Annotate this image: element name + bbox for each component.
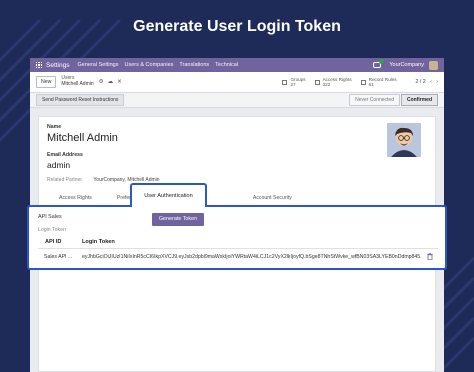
chat-icon[interactable] [373, 59, 385, 68]
hero-title: Generate User Login Token [133, 18, 341, 35]
menu-translations[interactable]: Translations [179, 62, 209, 68]
notification-badge [379, 59, 385, 64]
tab-user-authentication-label: User Authentication [144, 193, 193, 199]
email-field[interactable]: admin [47, 160, 70, 170]
record-rules-stat-button[interactable]: Record Rules 61 [360, 77, 397, 88]
related-partner-label: Related Partner [47, 177, 83, 183]
discard-icon[interactable]: ✕ [117, 79, 122, 85]
pager-value[interactable]: 2 / 2 [416, 79, 426, 85]
name-field[interactable]: Mitchell Admin [47, 132, 118, 144]
email-label: Email Address [47, 152, 83, 158]
save-cloud-icon[interactable]: ☁ [108, 79, 114, 85]
menu-technical[interactable]: Technical [215, 62, 238, 68]
gear-icon[interactable]: ⚙ [99, 79, 104, 85]
access-rights-icon [314, 79, 320, 85]
user-authentication-panel: API Sales Generate Token Login Token API… [27, 205, 447, 270]
send-reset-button[interactable]: Send Password Reset Instructions [36, 94, 125, 106]
new-button[interactable]: New [36, 76, 57, 88]
form-statusbar: Send Password Reset Instructions Never C… [30, 93, 444, 108]
app-brand[interactable]: Settings [46, 62, 70, 69]
next-record-icon[interactable]: › [436, 79, 438, 85]
menu-users-companies[interactable]: Users & Companies [124, 62, 173, 68]
breadcrumb: Users Mitchell Admin [61, 75, 94, 88]
tab-user-authentication[interactable]: User Authentication [130, 183, 207, 207]
token-table-header: API ID Login Token [38, 236, 438, 249]
groups-stat-button[interactable]: Groups 27 [282, 77, 306, 88]
table-row[interactable]: Sales API ... eyJhbGciOiJIUzI1NiIsInR5cC… [38, 251, 438, 263]
groups-icon [282, 79, 288, 85]
api-label: API Sales [38, 214, 62, 220]
access-rights-stat-button[interactable]: Access Rights 322 [314, 77, 352, 88]
breadcrumb-current: Mitchell Admin [61, 81, 94, 87]
menu-general-settings[interactable]: General Settings [78, 62, 119, 68]
top-navbar: Settings General Settings Users & Compan… [30, 58, 444, 72]
generate-token-button[interactable]: Generate Token [152, 213, 204, 226]
prev-record-icon[interactable]: ‹ [430, 79, 432, 85]
stage-never-connected: Never Connected [349, 94, 400, 106]
stage-confirmed: Confirmed [401, 94, 438, 106]
stat-value: 27 [290, 82, 296, 87]
column-api-id[interactable]: API ID [45, 239, 61, 245]
tab-account-security[interactable]: Account Security [241, 191, 305, 201]
row-api-id: Sales API ... [44, 254, 73, 260]
apps-menu-icon[interactable] [36, 62, 43, 69]
login-token-section: Login Token [38, 227, 66, 233]
stat-value: 61 [368, 82, 374, 87]
company-switcher[interactable]: YourCompany [389, 62, 424, 68]
profile-avatar[interactable] [387, 123, 421, 157]
row-login-token: eyJhbGciOiJIUzI1NiIsInR5cCI6IkpXVCJ9.eyJ… [82, 254, 422, 260]
column-login-token[interactable]: Login Token [82, 239, 115, 245]
record-rules-icon [360, 79, 366, 85]
user-avatar[interactable] [429, 60, 438, 70]
tab-access-rights[interactable]: Access Rights [47, 191, 105, 201]
control-panel: New Users Mitchell Admin ⚙ ☁ ✕ Groups 27 … [30, 72, 444, 93]
name-label: Name [47, 124, 62, 130]
stat-value: 322 [322, 82, 331, 87]
trash-icon[interactable] [427, 253, 433, 262]
pager: 2 / 2 ‹ › [416, 79, 438, 85]
